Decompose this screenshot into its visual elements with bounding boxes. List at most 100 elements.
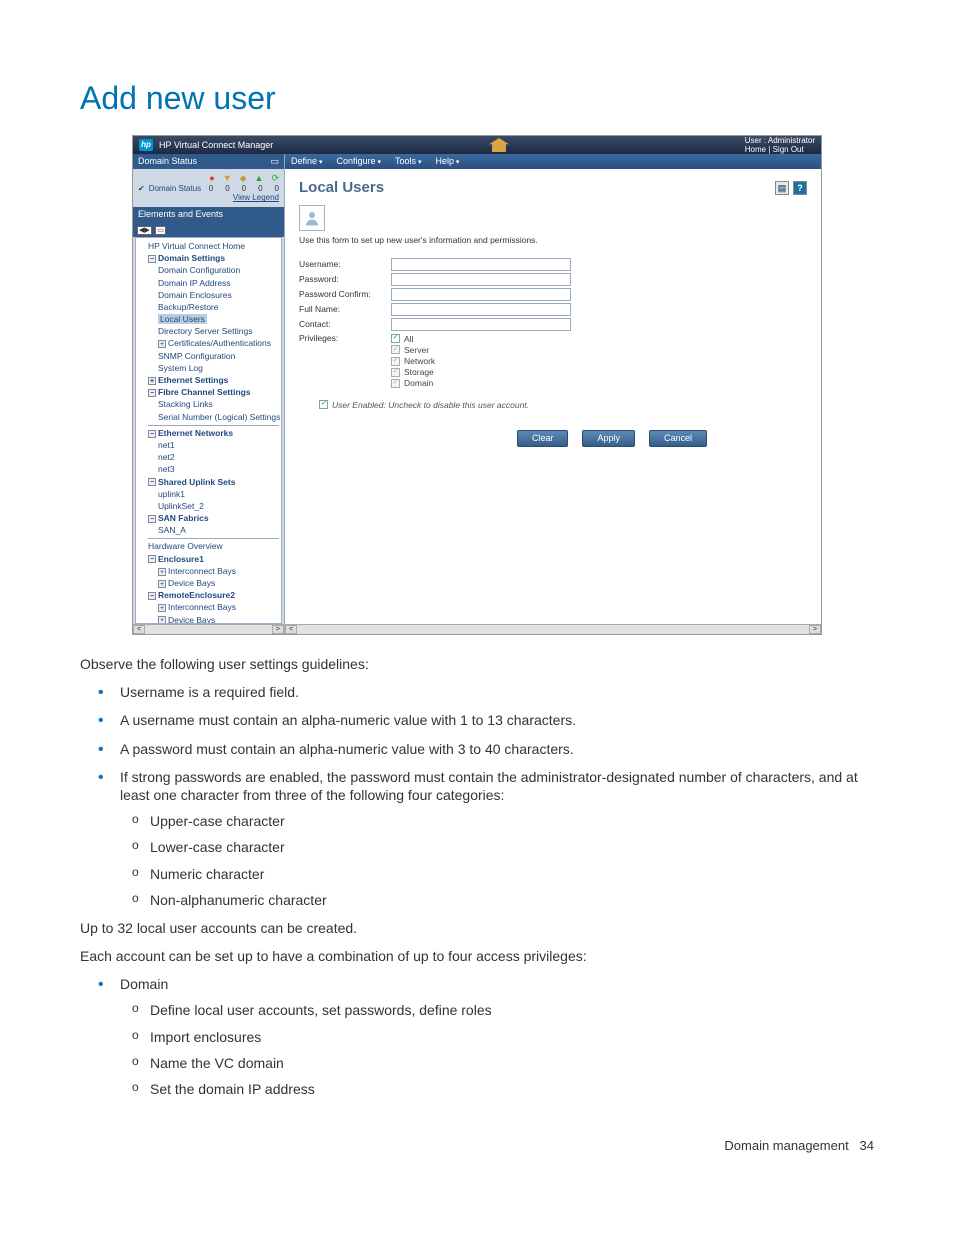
fullname-input[interactable] <box>391 303 571 316</box>
pw-category-item: Lower-case character <box>150 838 874 856</box>
plus-icon[interactable]: + <box>158 340 166 348</box>
menu-help[interactable]: Help <box>435 156 459 167</box>
password-confirm-input[interactable] <box>391 288 571 301</box>
scroll-right-icon[interactable]: > <box>809 625 821 634</box>
elements-events-header: Elements and Events <box>133 207 284 222</box>
contact-input[interactable] <box>391 318 571 331</box>
cancel-button[interactable]: Cancel <box>649 430 707 447</box>
tree-item[interactable]: System Log <box>158 362 279 374</box>
tree-item[interactable]: SNMP Configuration <box>158 350 279 362</box>
sidebar-scrollbar[interactable]: <> <box>133 624 284 634</box>
count-2: 0 <box>242 184 246 194</box>
guideline-item: Username is a required field. <box>120 683 874 701</box>
priv-network-checkbox[interactable] <box>391 357 400 366</box>
user-enabled-checkbox[interactable] <box>319 400 328 409</box>
tree-home[interactable]: HP Virtual Connect Home <box>148 240 279 252</box>
priv-server-label: Server <box>404 345 429 355</box>
home-icon[interactable] <box>489 138 509 152</box>
page-title: Add new user <box>80 80 874 117</box>
print-icon[interactable]: ▤ <box>775 181 789 195</box>
tree-item[interactable]: UplinkSet_2 <box>158 500 279 512</box>
minus-icon[interactable]: − <box>148 592 156 600</box>
tree-item[interactable]: Serial Number (Logical) Settings <box>158 411 279 423</box>
refresh-icon[interactable]: ⟳ <box>271 173 279 184</box>
domain-action-item: Set the domain IP address <box>150 1080 874 1098</box>
priv-storage-label: Storage <box>404 367 434 377</box>
tree-item[interactable]: SAN_A <box>158 524 279 536</box>
caution-icon: ◆ <box>240 173 247 184</box>
guideline-item: A username must contain an alpha-numeric… <box>120 711 874 729</box>
priv-domain-label: Domain <box>404 378 433 388</box>
panel-header: Local Users ▤ ? <box>285 169 821 197</box>
privileges-label: Privileges: <box>299 333 391 343</box>
collapse-icon[interactable]: ▭ <box>270 156 279 167</box>
tree-item[interactable]: Domain Enclosures <box>158 289 279 301</box>
priv-all-checkbox[interactable] <box>391 334 400 343</box>
tree-shared-uplink[interactable]: −Shared Uplink Sets <box>148 476 279 488</box>
minus-icon[interactable]: − <box>148 515 156 523</box>
domain-action-item: Name the VC domain <box>150 1054 874 1072</box>
tree-item[interactable]: Domain Configuration <box>158 264 279 276</box>
tree-item[interactable]: Backup/Restore <box>158 301 279 313</box>
domain-status-box: ● ▼ ◆ ▲ ⟳ ✔ Domain Status 0 0 0 0 0 <box>133 169 284 207</box>
tree-expand-icon[interactable]: ▭ <box>155 226 166 235</box>
priv-storage-checkbox[interactable] <box>391 368 400 377</box>
tree-domain-settings[interactable]: −Domain Settings <box>148 252 279 264</box>
priv-domain-checkbox[interactable] <box>391 379 400 388</box>
menu-tools[interactable]: Tools <box>395 156 421 167</box>
password-confirm-label: Password Confirm: <box>299 289 391 299</box>
apply-button[interactable]: Apply <box>582 430 635 447</box>
tree-item[interactable]: Directory Server Settings <box>158 325 279 337</box>
plus-icon[interactable]: + <box>158 604 166 612</box>
tree-item[interactable]: net2 <box>158 451 279 463</box>
user-form: Username: Password: Password Confirm: Fu… <box>285 252 821 451</box>
minus-icon[interactable]: − <box>148 555 156 563</box>
tree-item[interactable]: +Interconnect Bays <box>158 565 279 577</box>
tree-item[interactable]: Stacking Links <box>158 398 279 410</box>
document-body: Observe the following user settings guid… <box>80 655 874 1098</box>
domain-action-item: Define local user accounts, set password… <box>150 1001 874 1019</box>
tree-eth-settings[interactable]: +Ethernet Settings <box>148 374 279 386</box>
plus-icon[interactable]: + <box>158 580 166 588</box>
tree-local-users[interactable]: Local Users <box>158 313 279 325</box>
minus-icon[interactable]: − <box>148 389 156 397</box>
menu-configure[interactable]: Configure <box>336 156 381 167</box>
scroll-right-icon[interactable]: > <box>272 625 284 634</box>
tree-item[interactable]: uplink1 <box>158 488 279 500</box>
view-legend-link[interactable]: View Legend <box>138 193 279 203</box>
help-icon[interactable]: ? <box>793 181 807 195</box>
tree-item[interactable]: +Interconnect Bays <box>158 601 279 613</box>
tree-item[interactable]: +Device Bays <box>158 577 279 589</box>
minus-icon[interactable]: − <box>148 430 156 438</box>
username-input[interactable] <box>391 258 571 271</box>
tree-hw-overview[interactable]: Hardware Overview <box>148 538 279 552</box>
tree-san-fabrics[interactable]: −SAN Fabrics <box>148 512 279 524</box>
tree-item[interactable]: net1 <box>158 439 279 451</box>
tree-collapse-icon[interactable]: ◀▶ <box>137 226 152 235</box>
minus-icon[interactable]: − <box>148 478 156 486</box>
plus-icon[interactable]: + <box>148 377 156 385</box>
scroll-left-icon[interactable]: < <box>285 625 297 634</box>
menu-define[interactable]: Define <box>291 156 322 167</box>
password-input[interactable] <box>391 273 571 286</box>
scroll-left-icon[interactable]: < <box>133 625 145 634</box>
plus-icon[interactable]: + <box>158 616 166 624</box>
tree-item[interactable]: +Device Bays <box>158 614 279 624</box>
priv-server-checkbox[interactable] <box>391 345 400 354</box>
main-scrollbar[interactable]: <> <box>285 624 821 634</box>
minus-icon[interactable]: − <box>148 255 156 263</box>
tree-item[interactable]: Domain IP Address <box>158 277 279 289</box>
tree-eth-networks[interactable]: −Ethernet Networks <box>148 425 279 439</box>
plus-icon[interactable]: + <box>158 568 166 576</box>
status-ok-icon: ✔ <box>138 184 145 194</box>
pw-category-item: Numeric character <box>150 865 874 883</box>
home-signout-links[interactable]: Home | Sign Out <box>745 145 804 154</box>
clear-button[interactable]: Clear <box>517 430 569 447</box>
elements-events-label: Elements and Events <box>138 209 223 220</box>
user-avatar-icon <box>299 205 325 231</box>
tree-remote2[interactable]: −RemoteEnclosure2 <box>148 589 279 601</box>
tree-item[interactable]: net3 <box>158 463 279 475</box>
tree-enclosure1[interactable]: −Enclosure1 <box>148 553 279 565</box>
tree-item[interactable]: +Certificates/Authentications <box>158 337 279 349</box>
tree-fc-settings[interactable]: −Fibre Channel Settings <box>148 386 279 398</box>
